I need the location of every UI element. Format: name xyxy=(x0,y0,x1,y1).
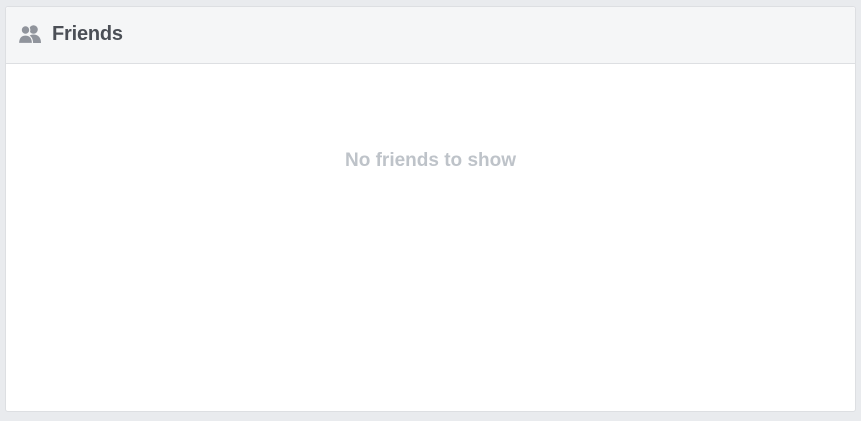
empty-state-message: No friends to show xyxy=(345,150,516,171)
friends-panel: Friends No friends to show xyxy=(5,6,856,412)
friends-panel-body: No friends to show xyxy=(6,64,855,411)
friends-panel-header: Friends xyxy=(6,7,855,64)
friends-icon xyxy=(18,24,42,44)
friends-title-link[interactable]: Friends xyxy=(52,23,123,46)
